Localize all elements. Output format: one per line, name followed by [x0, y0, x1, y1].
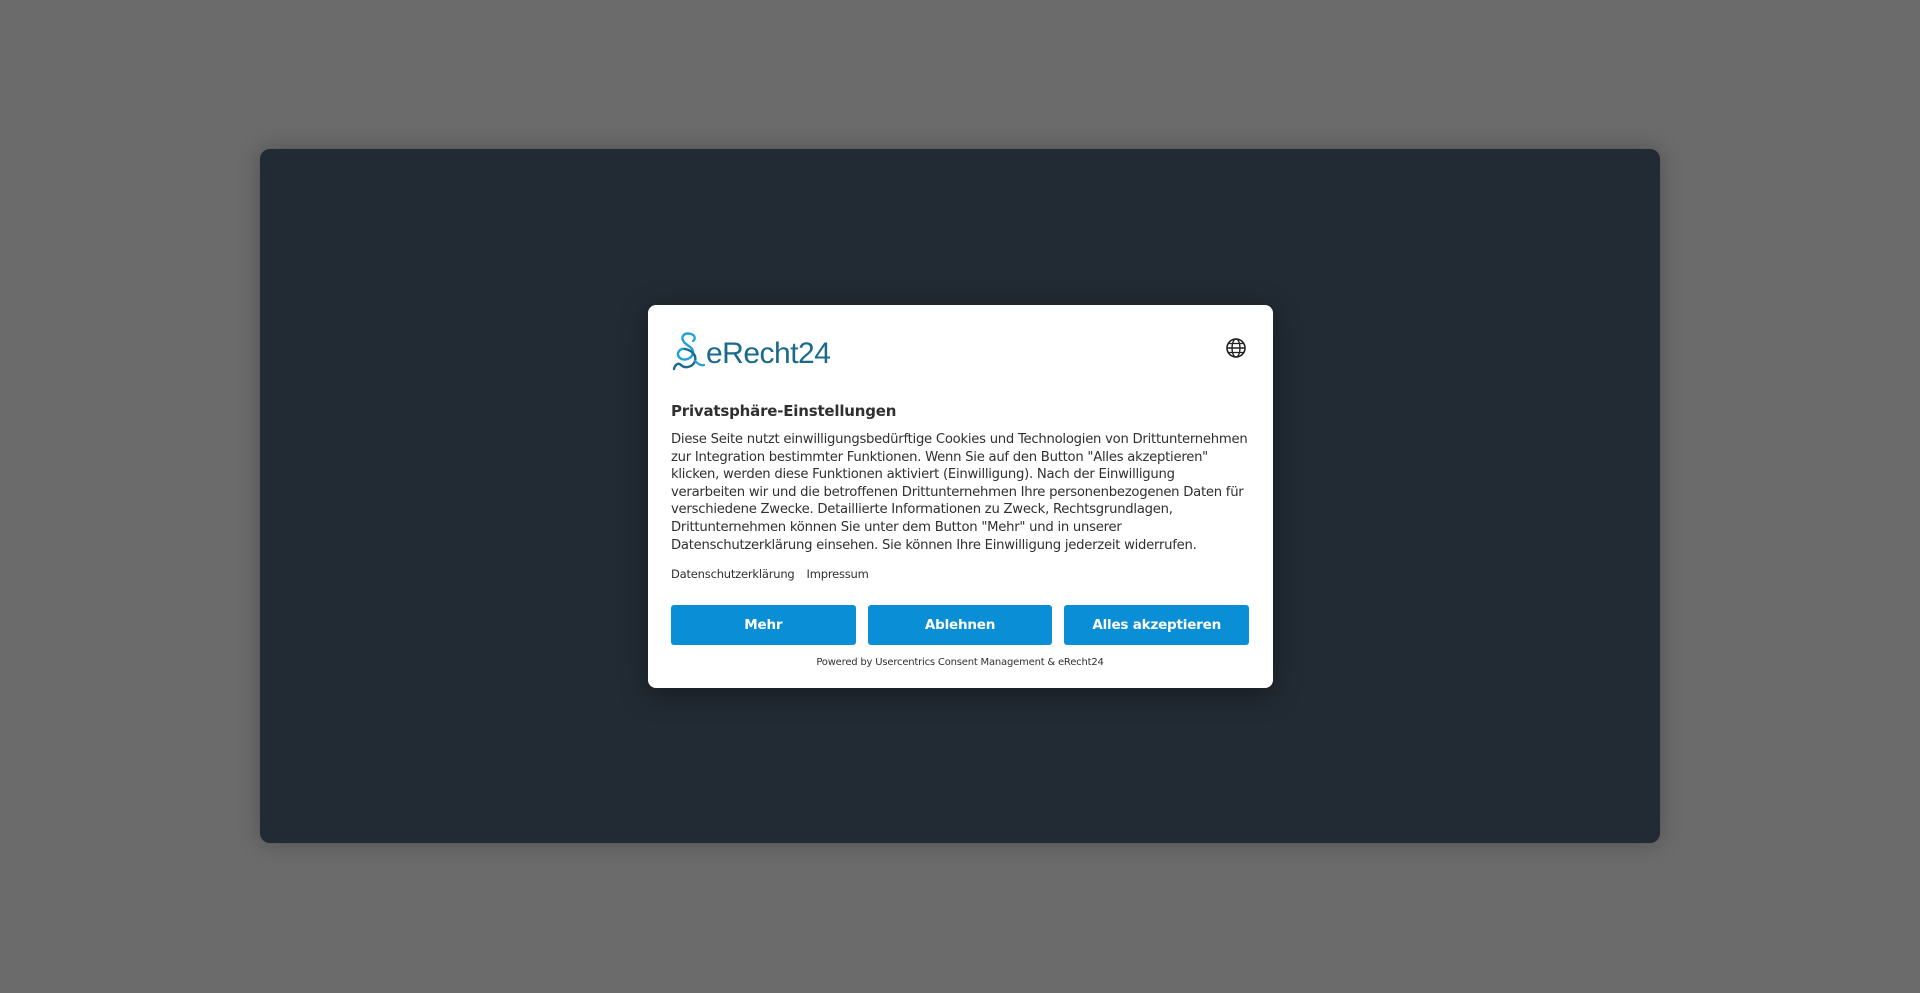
globe-icon: [1226, 338, 1246, 358]
deny-button[interactable]: Ablehnen: [867, 605, 1053, 646]
dialog-title: Privatsphäre-Einstellungen: [671, 402, 897, 420]
consent-dialog: eRecht24 Privatsphäre-Einstellungen Dies…: [648, 305, 1273, 688]
powered-by-text: Powered by Usercentrics Consent Manageme…: [816, 657, 1104, 669]
privacy-policy-link[interactable]: Datenschutzerklärung: [671, 567, 795, 581]
erecht24-logo: eRecht24: [671, 329, 831, 371]
erecht24-logo-icon: [672, 332, 705, 371]
logo-text: eRecht24: [706, 337, 831, 370]
dialog-description: Diese Seite nutzt einwilligungsbedürftig…: [671, 432, 1248, 553]
dialog-links: Datenschutzerklärung Impressum: [671, 567, 1249, 581]
dialog-buttons: Mehr Ablehnen Alles akzeptieren: [671, 605, 1250, 646]
dialog-header: eRecht24: [671, 329, 1249, 379]
imprint-link[interactable]: Impressum: [807, 567, 869, 581]
accept-all-button[interactable]: Alles akzeptieren: [1064, 605, 1250, 646]
more-button[interactable]: Mehr: [671, 605, 856, 646]
language-button[interactable]: [1223, 335, 1249, 361]
